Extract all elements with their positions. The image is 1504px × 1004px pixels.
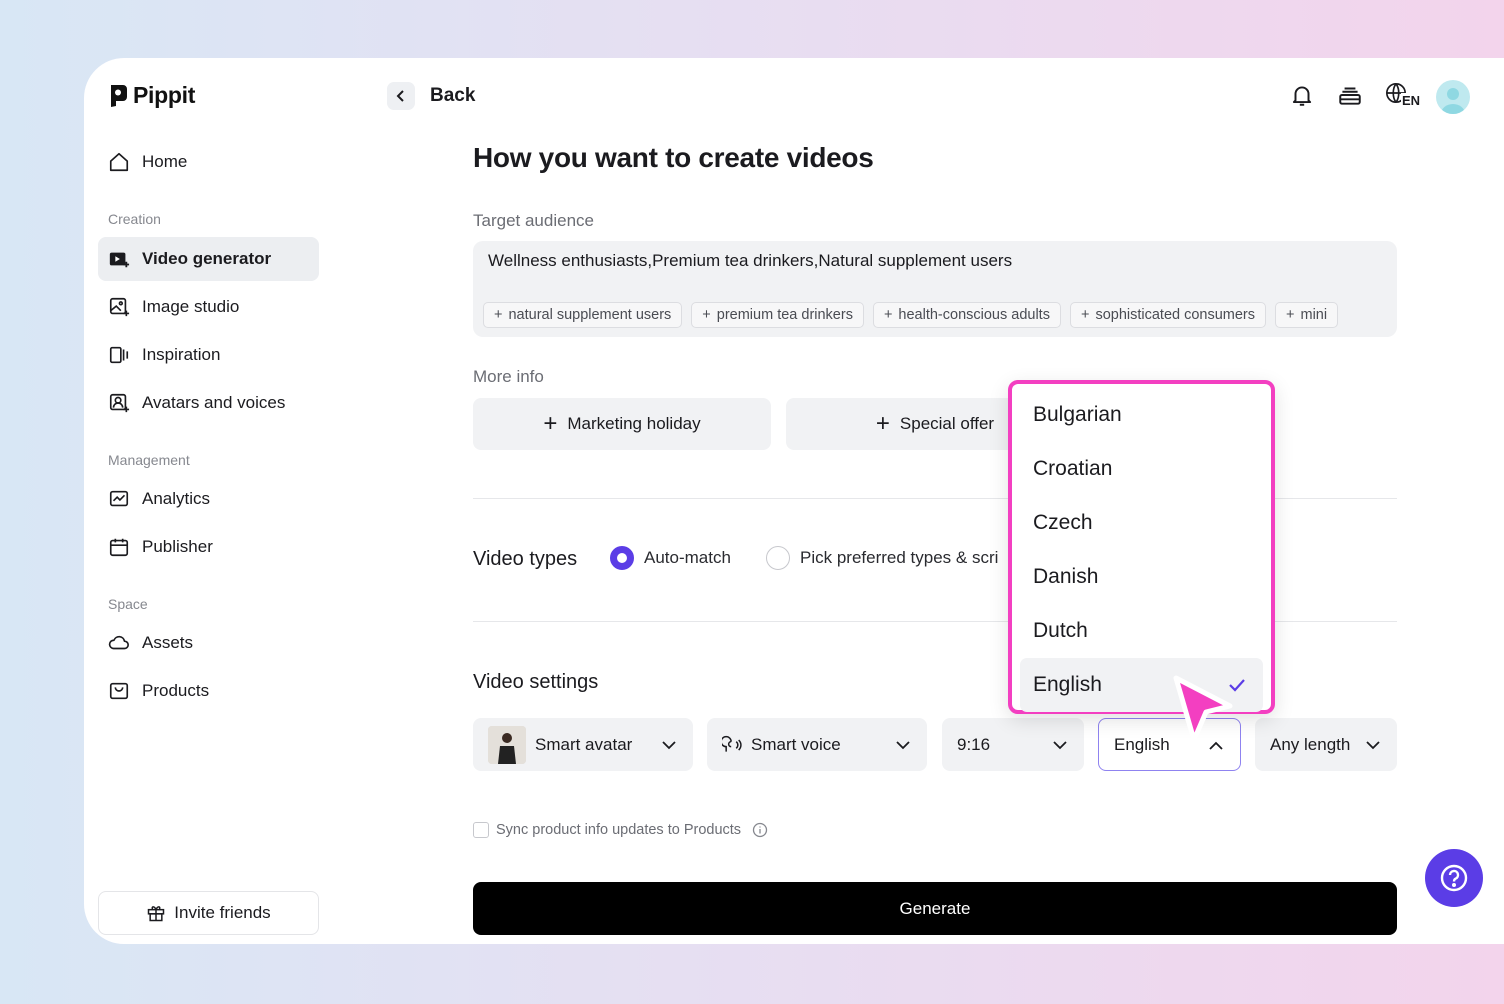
mouse-pointer-icon <box>1173 675 1233 743</box>
plus-icon: + <box>1080 307 1090 323</box>
sidebar-item-avatars-voices[interactable]: Avatars and voices <box>98 381 319 425</box>
language-dropdown: Bulgarian Croatian Czech Danish Dutch En… <box>1008 380 1275 714</box>
target-audience-label: Target audience <box>473 211 594 230</box>
sidebar-item-products[interactable]: Products <box>98 669 319 713</box>
sidebar-item-label: Products <box>142 681 210 700</box>
product-box-icon <box>109 682 129 700</box>
audience-suggestion-chip[interactable]: + premium tea drinkers <box>691 302 864 328</box>
voice-select[interactable]: Smart voice <box>707 718 927 771</box>
sidebar-item-inspiration[interactable]: Inspiration <box>98 333 319 377</box>
audience-suggestion-chip[interactable]: + mini <box>1275 302 1339 328</box>
plus-icon: + <box>702 307 711 323</box>
sidebar-item-label: Publisher <box>142 537 213 556</box>
radio-selected-indicator <box>610 546 634 570</box>
sidebar-item-video-generator[interactable]: Video generator <box>98 237 319 281</box>
language-option[interactable]: Bulgarian <box>1020 388 1263 442</box>
gift-icon <box>148 906 165 922</box>
sidebar-item-label: Avatars and voices <box>142 393 286 412</box>
video-types-label: Video types <box>473 548 578 570</box>
video-settings-label: Video settings <box>473 671 599 693</box>
radio-auto-match[interactable]: Auto-match <box>610 546 731 570</box>
subscription-stack-icon[interactable] <box>1335 80 1365 110</box>
page-title: How you want to create videos <box>473 142 874 173</box>
length-select[interactable]: Any length <box>1255 718 1397 771</box>
sync-label: Sync product info updates to Products <box>496 822 742 838</box>
plus-icon: + <box>494 307 503 323</box>
analytics-icon <box>109 490 129 507</box>
chevron-down-icon <box>1053 741 1067 750</box>
language-option[interactable]: Dutch <box>1020 604 1263 658</box>
sidebar-item-label: Image studio <box>142 297 240 316</box>
language-badge: EN <box>1401 93 1422 108</box>
help-button[interactable] <box>1425 849 1483 907</box>
sidebar-item-label: Inspiration <box>142 345 221 364</box>
image-studio-icon <box>109 297 130 317</box>
target-audience-value[interactable]: Wellness enthusiasts,Premium tea drinker… <box>488 251 1012 271</box>
generate-button[interactable]: Generate <box>473 882 1397 935</box>
plus-icon: + <box>883 307 893 323</box>
audience-suggestion-chip[interactable]: + health-conscious adults <box>872 302 1061 328</box>
section-label-management: Management <box>108 452 190 468</box>
home-icon <box>109 152 129 172</box>
plus-icon: + <box>875 410 890 437</box>
sidebar-item-label: Analytics <box>142 489 211 508</box>
app-window: Pippit Home Creation Video generator Ima… <box>84 58 1504 944</box>
user-avatar[interactable] <box>1436 80 1470 114</box>
sidebar-item-label: Assets <box>142 633 194 652</box>
sidebar-item-home[interactable]: Home <box>98 140 319 184</box>
chevron-left-icon <box>396 90 404 102</box>
inspiration-icon <box>109 346 129 364</box>
audience-suggestions: + natural supplement users + premium tea d… <box>483 302 1339 328</box>
avatar-select[interactable]: Smart avatar <box>473 718 693 771</box>
language-option[interactable]: Danish <box>1020 550 1263 604</box>
chevron-down-icon <box>896 741 910 750</box>
invite-friends-button[interactable]: Invite friends <box>98 891 319 935</box>
notification-bell-icon[interactable] <box>1287 80 1317 110</box>
invite-friends-label: Invite friends <box>174 903 271 922</box>
voice-icon <box>722 735 742 752</box>
audience-suggestion-chip[interactable]: + sophisticated consumers <box>1069 302 1267 328</box>
back-button[interactable] <box>387 82 415 110</box>
section-label-creation: Creation <box>108 211 161 227</box>
calendar-icon <box>109 538 129 557</box>
plus-icon: + <box>543 410 558 437</box>
sidebar-item-label: Home <box>142 152 188 171</box>
app-name: Pippit <box>133 82 196 108</box>
info-icon[interactable] <box>752 822 768 838</box>
sidebar-item-label: Video generator <box>142 249 272 268</box>
audience-suggestion-chip[interactable]: + natural supplement users <box>483 302 683 328</box>
section-label-space: Space <box>108 596 148 612</box>
aspect-ratio-select[interactable]: 9:16 <box>942 718 1084 771</box>
app-logo[interactable]: Pippit <box>108 82 195 109</box>
sidebar-item-assets[interactable]: Assets <box>98 621 319 665</box>
chevron-down-icon <box>662 741 676 750</box>
sync-checkbox[interactable] <box>473 822 489 838</box>
radio-pick-preferred[interactable]: Pick preferred types & scri <box>766 546 998 570</box>
sidebar-item-analytics[interactable]: Analytics <box>98 477 319 521</box>
sidebar-item-image-studio[interactable]: Image studio <box>98 285 319 329</box>
radio-unselected-indicator <box>766 546 790 570</box>
plus-icon: + <box>1286 307 1295 323</box>
more-info-label: More info <box>473 367 544 386</box>
sync-product-info[interactable]: Sync product info updates to Products <box>473 822 768 838</box>
language-option[interactable]: Czech <box>1020 496 1263 550</box>
video-generator-icon <box>109 252 130 268</box>
cloud-icon <box>108 635 129 650</box>
back-label[interactable]: Back <box>430 85 475 107</box>
language-globe-icon[interactable]: EN <box>1383 80 1423 110</box>
avatars-voices-icon <box>109 393 130 413</box>
sidebar-item-publisher[interactable]: Publisher <box>98 525 319 569</box>
target-audience-field[interactable]: Wellness enthusiasts,Premium tea drinker… <box>473 241 1397 337</box>
chevron-down-icon <box>1366 741 1380 750</box>
pippit-logo-icon <box>111 85 127 107</box>
language-option[interactable]: Croatian <box>1020 442 1263 496</box>
marketing-holiday-button[interactable]: + Marketing holiday <box>473 398 771 450</box>
avatar-thumbnail <box>488 725 526 764</box>
help-question-icon <box>1440 864 1468 892</box>
